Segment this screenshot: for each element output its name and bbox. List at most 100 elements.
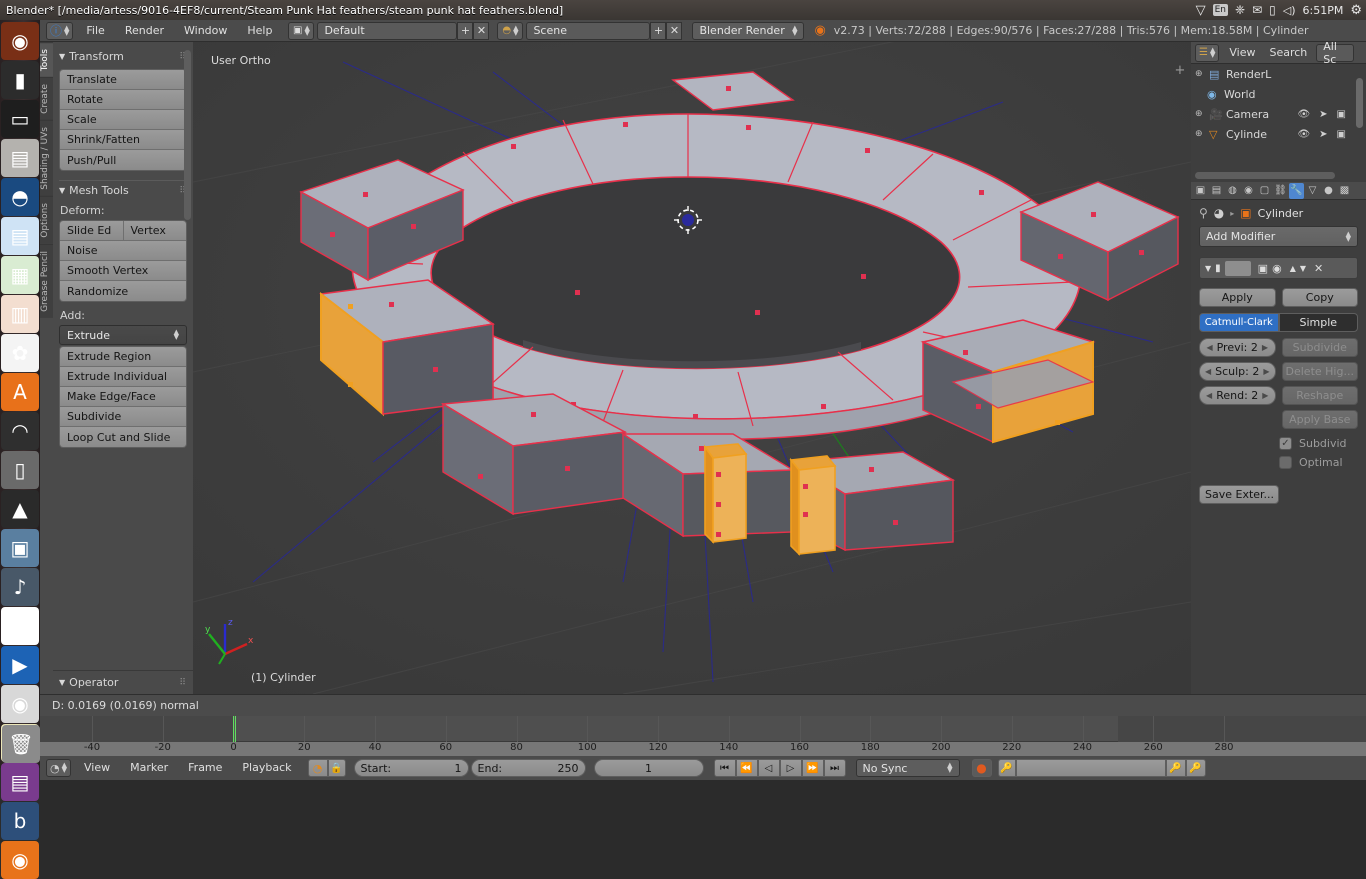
disc-icon[interactable]: ◉: [1, 685, 39, 723]
render-display-icon[interactable]: ▣: [1258, 262, 1268, 275]
simple-button[interactable]: Simple: [1279, 313, 1359, 332]
save-external-button[interactable]: Save Exter...: [1199, 485, 1279, 504]
visibility-eye-icon[interactable]: 👁: [1297, 129, 1310, 140]
collapse-triangle-icon[interactable]: ▼: [1205, 264, 1211, 273]
optimal-display-checkbox[interactable]: [1279, 456, 1292, 469]
smooth-vertex-button[interactable]: Smooth Vertex: [60, 261, 186, 281]
timeline-menu-view[interactable]: View: [74, 758, 120, 778]
wifi-icon[interactable]: ▽: [1196, 0, 1206, 20]
properties-scene-tab[interactable]: ◍: [1225, 183, 1240, 199]
properties-render-layers-tab[interactable]: ▤: [1209, 183, 1224, 199]
catmull-clark-button[interactable]: Catmull-Clark: [1199, 313, 1279, 332]
properties-render-tab[interactable]: ▣: [1193, 183, 1208, 199]
renderable-camera-icon[interactable]: ▣: [1337, 109, 1346, 120]
decrement-arrow-icon[interactable]: ◀: [1206, 343, 1212, 352]
preview-levels-field[interactable]: ◀Previ: 2▶: [1199, 338, 1276, 357]
synth-app-icon[interactable]: ▤: [1, 763, 39, 801]
menu-render[interactable]: Render: [115, 21, 174, 41]
media-player-icon[interactable]: ▶: [1, 646, 39, 684]
pin-icon[interactable]: ⚲: [1199, 206, 1208, 220]
timeline-editor-icon[interactable]: ◔ ▲▼: [46, 759, 71, 777]
copy-modifier-button[interactable]: Copy: [1282, 288, 1359, 307]
software-center-icon[interactable]: ▤: [1, 139, 39, 177]
info-editor-icon[interactable]: ⓘ ▲▼: [46, 22, 73, 40]
increment-arrow-icon[interactable]: ▶: [1263, 367, 1269, 376]
jump-to-end-button[interactable]: ⏭: [824, 759, 846, 777]
viewport-expand-plus-icon[interactable]: +: [1173, 64, 1187, 78]
menu-window[interactable]: Window: [174, 21, 237, 41]
push-pull-button[interactable]: Push/Pull: [60, 150, 186, 170]
scale-button[interactable]: Scale: [60, 110, 186, 130]
vlc-icon[interactable]: ▲: [1, 490, 39, 528]
move-down-icon[interactable]: ▼: [1300, 264, 1306, 273]
outliner-row-renderl[interactable]: ⊕▤RenderL: [1191, 64, 1366, 84]
outliner-menu-search[interactable]: Search: [1262, 46, 1314, 59]
volume-icon[interactable]: ◁): [1283, 0, 1296, 20]
properties-modifiers-tab[interactable]: 🔧: [1289, 183, 1304, 199]
shrink-fatten-button[interactable]: Shrink/Fatten: [60, 130, 186, 150]
keyboard-layout-icon[interactable]: En: [1213, 4, 1228, 16]
auto-keyframe-icon[interactable]: ◔: [308, 759, 328, 777]
timeline-menu-marker[interactable]: Marker: [120, 758, 178, 778]
extrude-individual-button[interactable]: Extrude Individual: [60, 367, 186, 387]
randomize-button[interactable]: Randomize: [60, 281, 186, 301]
subdivide-button[interactable]: Subdivide: [60, 407, 186, 427]
subdivide-button[interactable]: Subdivide: [1282, 338, 1359, 357]
blender-icon[interactable]: ◉: [1, 841, 39, 879]
clock-label[interactable]: 6:51PM: [1303, 0, 1344, 20]
toolshelf-tab-grease-pencil[interactable]: Grease Pencil: [40, 244, 53, 318]
make-edge-face-button[interactable]: Make Edge/Face: [60, 387, 186, 407]
jump-back-keyframe-button[interactable]: ⏪: [736, 759, 758, 777]
tool-shelf-scrollbar[interactable]: [184, 50, 191, 220]
mail-icon[interactable]: ✉: [1252, 0, 1262, 20]
apply-base-button[interactable]: Apply Base: [1282, 410, 1359, 429]
outliner-row-world[interactable]: ◉World: [1191, 84, 1366, 104]
libreoffice-impress-icon[interactable]: ▥: [1, 295, 39, 333]
usb-drive-icon[interactable]: ▯: [1, 451, 39, 489]
current-frame-field[interactable]: 1: [594, 759, 704, 777]
properties-texture-tab[interactable]: ▩: [1337, 183, 1352, 199]
scene-browse-icon[interactable]: ◓ ▲▼: [497, 22, 523, 40]
transform-panel-header[interactable]: ▼ Transform ⠿: [59, 50, 187, 63]
increment-arrow-icon[interactable]: ▶: [1262, 343, 1268, 352]
remove-keyframe-icon[interactable]: 🔑: [1186, 759, 1206, 777]
render-engine-select[interactable]: Blender Render ▲▼: [692, 22, 804, 40]
rotate-button[interactable]: Rotate: [60, 90, 186, 110]
optimal-display-checkbox-row[interactable]: Optimal: [1279, 456, 1358, 469]
scene-name-field[interactable]: Scene: [526, 22, 650, 40]
play-button[interactable]: ▷: [780, 759, 802, 777]
jump-to-start-button[interactable]: ⏮: [714, 759, 736, 777]
outliner-horizontal-scrollbar[interactable]: [1195, 172, 1335, 179]
sync-mode-select[interactable]: No Sync ▲▼: [856, 759, 960, 777]
translate-button[interactable]: Translate: [60, 70, 186, 90]
libreoffice-writer-icon[interactable]: ▤: [1, 217, 39, 255]
battery-icon[interactable]: ▯: [1269, 0, 1276, 20]
vertex-slide-button[interactable]: Vertex: [124, 221, 187, 241]
menu-help[interactable]: Help: [237, 21, 282, 41]
screen-layout-field[interactable]: Default: [317, 22, 457, 40]
remove-scene-button[interactable]: ✕: [666, 22, 682, 40]
noise-button[interactable]: Noise: [60, 241, 186, 261]
photo-app-icon[interactable]: ✿: [1, 334, 39, 372]
visibility-eye-icon[interactable]: 👁: [1297, 109, 1310, 120]
expand-toggle-icon[interactable]: ⊕: [1195, 109, 1206, 119]
image-viewer-icon[interactable]: ▣: [1, 529, 39, 567]
jump-forward-keyframe-button[interactable]: ⏩: [802, 759, 824, 777]
record-icon[interactable]: ●: [972, 759, 992, 777]
extrude-region-button[interactable]: Extrude Region: [60, 347, 186, 367]
timeline-menu-playback[interactable]: Playback: [232, 758, 301, 778]
expand-toggle-icon[interactable]: ⊕: [1195, 129, 1206, 139]
music-icon[interactable]: ♪: [1, 568, 39, 606]
decrement-arrow-icon[interactable]: ◀: [1205, 367, 1211, 376]
libreoffice-calc-icon[interactable]: ▦: [1, 256, 39, 294]
blue-app-icon[interactable]: b: [1, 802, 39, 840]
reshape-button[interactable]: Reshape: [1282, 386, 1359, 405]
apply-modifier-button[interactable]: Apply: [1199, 288, 1276, 307]
terminal-icon[interactable]: ▮: [1, 61, 39, 99]
sculpt-levels-field[interactable]: ◀Sculp: 2▶: [1199, 362, 1276, 381]
add-modifier-dropdown[interactable]: Add Modifier ▲▼: [1199, 226, 1358, 247]
firefox-icon[interactable]: ◓: [1, 178, 39, 216]
properties-constraints-tab[interactable]: ⛓: [1273, 183, 1288, 199]
delete-hig-button[interactable]: Delete Hig...: [1282, 362, 1359, 381]
modifier-name-field[interactable]: [1225, 261, 1251, 276]
